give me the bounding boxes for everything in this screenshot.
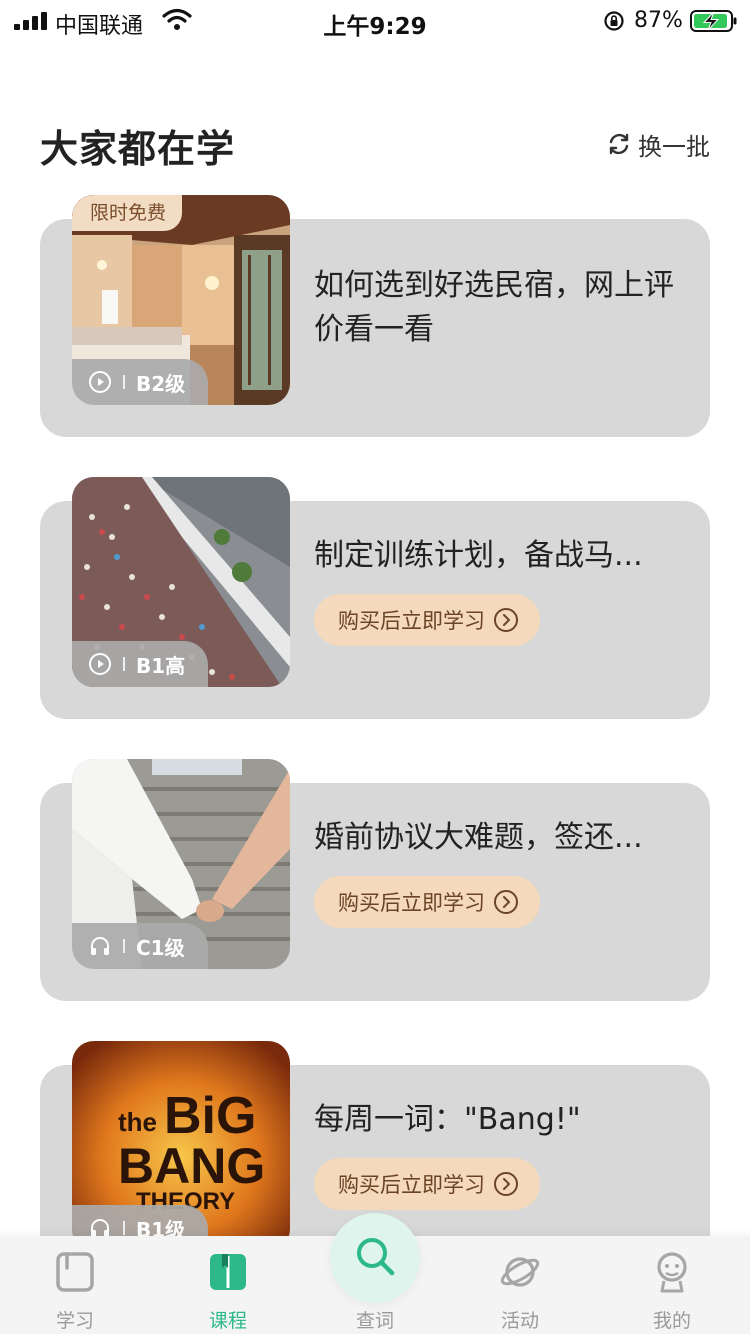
tab-label: 查词	[355, 1310, 394, 1332]
tab-learn[interactable]: 学习	[25, 1236, 125, 1334]
level-label: B1高	[136, 653, 186, 678]
course-title[interactable]: 婚前协议大难题，签还...	[314, 816, 684, 860]
section-title: 大家都在学	[40, 127, 236, 171]
level-label: C1级	[136, 935, 185, 960]
refresh-button[interactable]: 换一批	[606, 128, 710, 161]
tab-label: 活动	[500, 1310, 539, 1332]
buy-button-label: 购买后立即学习	[338, 891, 485, 915]
refresh-icon	[609, 133, 629, 155]
refresh-label: 换一批	[638, 132, 710, 161]
level-pill: C1级	[72, 923, 208, 969]
course-thumbnail[interactable]: the BiG BANG THEORY B1级	[72, 1041, 290, 1251]
play-icon	[89, 371, 111, 393]
headphones-icon	[91, 937, 109, 955]
svg-text:the: the	[118, 1107, 157, 1137]
svg-text:BANG: BANG	[118, 1138, 265, 1194]
planet-icon	[500, 1257, 540, 1287]
course-thumbnail[interactable]: C1级	[72, 759, 290, 969]
search-icon	[357, 1238, 395, 1276]
status-bar: 中国联通 上午9:29 87%	[0, 0, 750, 44]
buy-to-learn-button[interactable]: 购买后立即学习	[314, 594, 540, 646]
user-face-icon	[657, 1252, 687, 1293]
tab-courses[interactable]: 课程	[178, 1236, 278, 1334]
battery-percent: 87%	[634, 8, 683, 33]
buy-button-label: 购买后立即学习	[338, 1173, 485, 1197]
buy-to-learn-button[interactable]: 购买后立即学习	[314, 1158, 540, 1210]
tab-label: 我的	[652, 1310, 691, 1332]
tab-label: 学习	[55, 1310, 94, 1332]
tab-label: 课程	[208, 1310, 247, 1332]
chevron-circle-icon	[494, 608, 518, 632]
open-book-icon	[210, 1254, 246, 1290]
rotation-lock-icon	[604, 11, 624, 31]
course-thumbnail[interactable]: B1高	[72, 477, 290, 687]
buy-button-label: 购买后立即学习	[338, 609, 485, 633]
course-title[interactable]: 每周一词："Bang!"	[314, 1098, 684, 1142]
chevron-circle-icon	[494, 1172, 518, 1196]
course-thumbnail[interactable]: 限时免费 B2级	[72, 195, 290, 405]
level-pill: B1高	[72, 641, 208, 687]
play-icon	[89, 653, 111, 675]
buy-to-learn-button[interactable]: 购买后立即学习	[314, 876, 540, 928]
course-title[interactable]: 如何选到好选民宿，网上评价看一看	[314, 264, 684, 352]
free-badge: 限时免费	[72, 195, 183, 231]
level-pill: B2级	[72, 359, 208, 405]
book-outline-icon	[56, 1252, 94, 1292]
course-title[interactable]: 制定训练计划，备战马...	[314, 534, 684, 578]
search-tab-button[interactable]	[330, 1213, 420, 1303]
level-label: B2级	[136, 371, 186, 396]
battery-charging-icon	[690, 10, 737, 32]
tab-activities[interactable]: 活动	[470, 1236, 570, 1334]
svg-text:BiG: BiG	[164, 1087, 256, 1145]
tab-profile[interactable]: 我的	[622, 1236, 722, 1334]
chevron-circle-icon	[494, 890, 518, 914]
